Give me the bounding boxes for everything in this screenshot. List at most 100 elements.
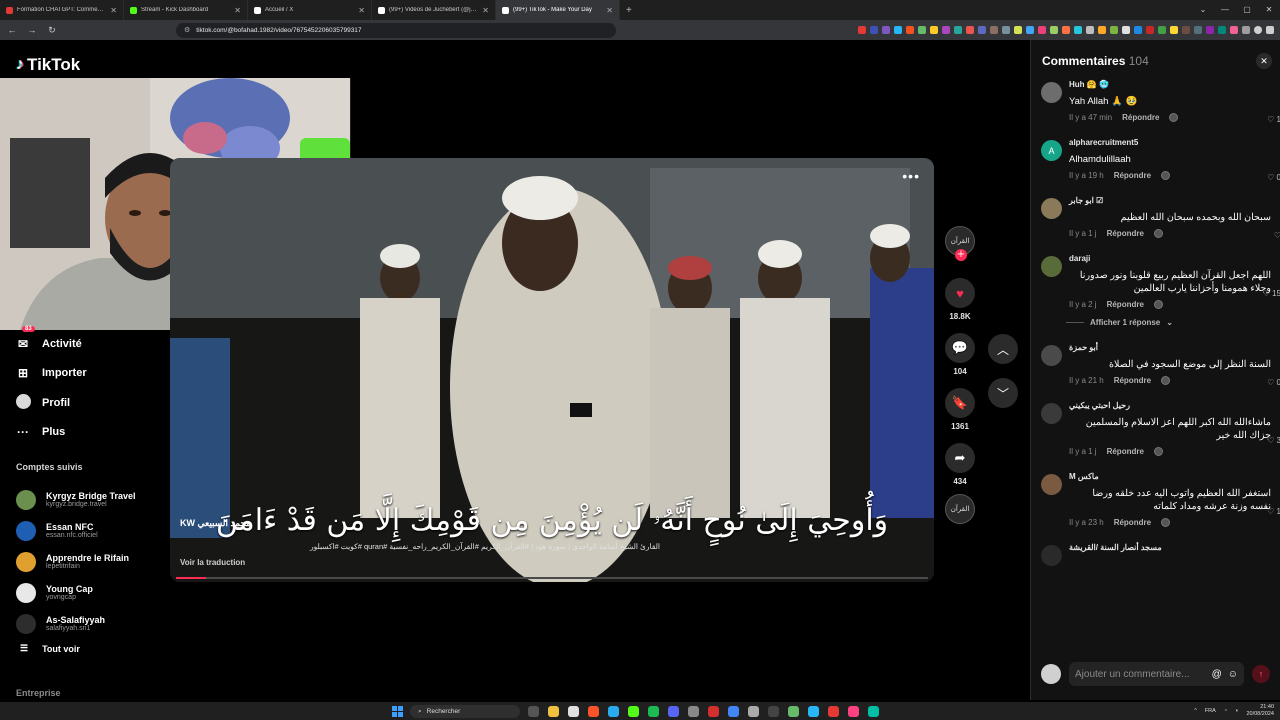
clock[interactable]: 21:40 20/08/2024 [1246, 704, 1274, 718]
telegram-icon[interactable] [608, 706, 619, 717]
extension-icon[interactable] [1230, 26, 1238, 34]
app-icon[interactable] [748, 706, 759, 717]
extension-icon[interactable] [1038, 26, 1046, 34]
extension-icon[interactable] [990, 26, 998, 34]
close-tab-icon[interactable]: ✕ [606, 6, 613, 15]
reply-button[interactable]: Répondre [1107, 447, 1144, 456]
browser-tab[interactable]: (99+) Vidéos de Juchebert (@jolbert... ✕ [372, 0, 496, 20]
video-more-button[interactable]: ••• [902, 168, 920, 184]
chrome-icon[interactable] [728, 706, 739, 717]
share-button[interactable]: ➦ [945, 443, 975, 473]
sidebar-item-profil[interactable]: Profil [16, 388, 156, 418]
comment-username[interactable]: ابو جابر ☑ [1069, 196, 1280, 208]
close-comments-button[interactable]: ✕ [1256, 53, 1272, 69]
extension-icon[interactable] [1206, 26, 1214, 34]
reply-button[interactable]: Répondre [1122, 113, 1159, 122]
extension-icon[interactable] [1014, 26, 1022, 34]
comment-like-button[interactable]: ♡ [1274, 231, 1280, 240]
comment-username[interactable]: M ماكس [1069, 472, 1280, 484]
avatar[interactable] [1041, 198, 1062, 219]
sidebar-item-activite[interactable]: ✉ 83 Activité [16, 326, 156, 359]
reload-icon[interactable]: ↻ [46, 25, 58, 36]
avatar[interactable] [1041, 345, 1062, 366]
browser-tab[interactable]: Accueil / X ✕ [248, 0, 372, 20]
followed-account[interactable]: Young Cap yovngcap [16, 577, 176, 608]
task-view-icon[interactable] [528, 706, 539, 717]
avatar[interactable] [1041, 403, 1062, 424]
browser-menu-icon[interactable] [1266, 26, 1274, 34]
followed-account[interactable]: Kyrgyz Bridge Travel kyrgyz.bridge.trave… [16, 484, 176, 515]
close-tab-icon[interactable]: ✕ [110, 6, 117, 15]
app-icon[interactable] [828, 706, 839, 717]
see-translation-link[interactable]: Voir la traduction [180, 558, 245, 567]
comment-like-button[interactable]: ♡ 1 [1267, 507, 1280, 516]
file-explorer-icon[interactable] [548, 706, 559, 717]
notepad-icon[interactable] [568, 706, 579, 717]
extension-icon[interactable] [1086, 26, 1094, 34]
extension-icon[interactable] [954, 26, 962, 34]
chevron-down-icon[interactable]: ⌄ [1192, 0, 1214, 20]
chevron-up-icon[interactable]: ^ [1194, 708, 1197, 714]
avatar[interactable] [1041, 256, 1062, 277]
extension-icon[interactable] [1062, 26, 1070, 34]
emoji-icon[interactable]: ☺ [1228, 669, 1238, 680]
reply-button[interactable]: Répondre [1107, 229, 1144, 238]
extension-icon[interactable] [870, 26, 878, 34]
video-player[interactable]: ••• وَأُوحِيَ إِلَىٰ نُوحٍ أَنَّهُۥ لَن … [170, 158, 934, 582]
kick-icon[interactable] [628, 706, 639, 717]
extension-icon[interactable] [1158, 26, 1166, 34]
extension-icon[interactable] [1182, 26, 1190, 34]
close-tab-icon[interactable]: ✕ [234, 6, 241, 15]
extension-icon[interactable] [942, 26, 950, 34]
tiktok-logo[interactable]: ♪ TikTok [16, 55, 80, 75]
browser-tab[interactable]: Formation CHATGPT: Comment utilis... ✕ [0, 0, 124, 20]
creator-avatar[interactable]: القرآن + [945, 226, 975, 261]
extension-icon[interactable] [894, 26, 902, 34]
previous-video-button[interactable]: ︿ [988, 334, 1018, 364]
followed-account[interactable]: As-Salafiyyah salafiyyah.sn1 [16, 608, 176, 639]
app-icon[interactable] [848, 706, 859, 717]
save-button[interactable]: 🔖 [945, 388, 975, 418]
forward-icon[interactable]: → [26, 25, 38, 35]
next-video-button[interactable]: ﹀ [988, 378, 1018, 408]
comment-like-button[interactable]: ♡ 15 [1263, 289, 1280, 298]
extension-icon[interactable] [1026, 26, 1034, 34]
comment-username[interactable]: مسجد أنصار السنة /القريشة [1069, 543, 1280, 555]
brave-icon[interactable] [588, 706, 599, 717]
comment-username[interactable]: Huh 🤗 🥶 [1069, 80, 1280, 92]
extension-icon[interactable] [978, 26, 986, 34]
extension-icon[interactable] [1134, 26, 1142, 34]
app-icon[interactable] [688, 706, 699, 717]
comment-like-button[interactable]: ♡ 1 [1267, 115, 1280, 124]
windows-start-icon[interactable] [392, 706, 403, 717]
extension-icon[interactable] [858, 26, 866, 34]
extension-icon[interactable] [1074, 26, 1082, 34]
avatar[interactable] [1041, 474, 1062, 495]
close-tab-icon[interactable]: ✕ [358, 6, 365, 15]
reply-button[interactable]: Répondre [1114, 171, 1151, 180]
extension-icon[interactable] [1050, 26, 1058, 34]
followed-account[interactable]: Essan NFC essan.nfc.officiel [16, 515, 176, 546]
enterprise-link[interactable]: Entreprise [16, 688, 61, 698]
app-icon[interactable] [788, 706, 799, 717]
app-icon[interactable] [868, 706, 879, 717]
extension-icon[interactable] [906, 26, 914, 34]
site-info-icon[interactable]: ⚙ [184, 26, 190, 34]
extension-icon[interactable] [918, 26, 926, 34]
maximize-button[interactable]: ▢ [1236, 0, 1258, 20]
extension-icon[interactable] [1122, 26, 1130, 34]
show-replies-button[interactable]: Afficher 1 réponse ⌄ [1041, 318, 1280, 327]
extension-icon[interactable] [1170, 26, 1178, 34]
wifi-icon[interactable]: ◔ [1224, 708, 1227, 714]
extension-icon[interactable] [1242, 26, 1250, 34]
browser-tab[interactable]: (99+) TikTok - Make Your Day ✕ [496, 0, 620, 20]
sidebar-item-importer[interactable]: ⊞ Importer [16, 359, 156, 389]
extension-icon[interactable] [930, 26, 938, 34]
avatar[interactable]: A [1041, 140, 1062, 161]
extension-icon[interactable] [966, 26, 974, 34]
extension-icon[interactable] [1194, 26, 1202, 34]
app-icon[interactable] [708, 706, 719, 717]
back-icon[interactable]: ← [6, 25, 18, 35]
extension-icon[interactable] [1110, 26, 1118, 34]
avatar[interactable] [1041, 545, 1062, 566]
